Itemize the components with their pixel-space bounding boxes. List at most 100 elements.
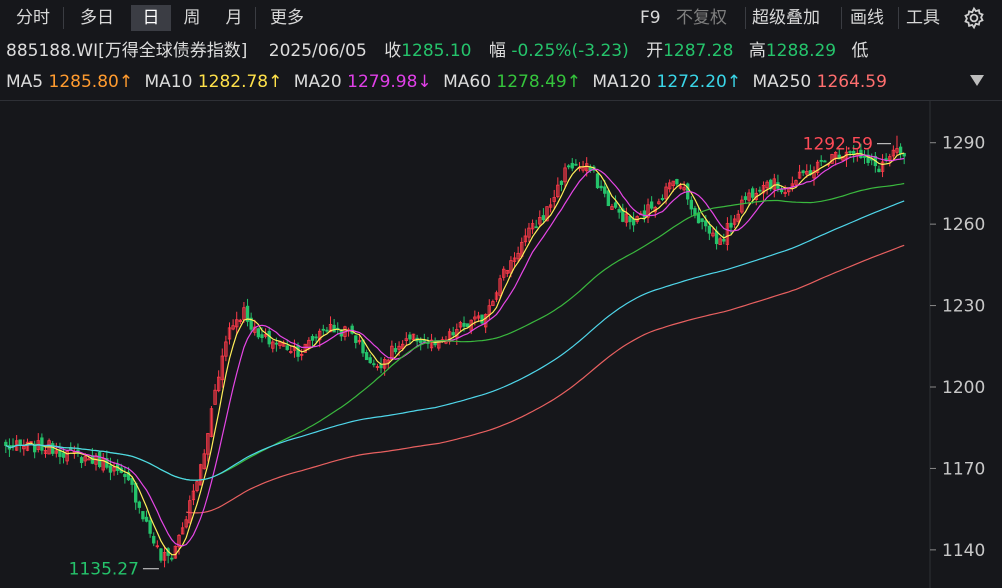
y-tick-label: 1230 <box>942 297 985 317</box>
divider <box>898 7 899 29</box>
candle-body <box>368 357 372 364</box>
super-overlay-button[interactable]: 超级叠加 <box>752 5 820 31</box>
candle-body <box>660 198 665 201</box>
candle-body <box>372 363 376 366</box>
candle-body <box>729 222 733 228</box>
candle-body <box>321 328 325 331</box>
candle-body <box>408 334 412 340</box>
y-tick-label: 1200 <box>942 378 985 398</box>
no-adjust-button[interactable]: 不复权 <box>676 5 727 31</box>
candle-body <box>274 342 279 345</box>
candle-body <box>40 437 44 451</box>
divider <box>63 7 64 29</box>
candle-body <box>314 336 318 339</box>
ma60-label: MA60 <box>443 72 492 92</box>
candle-body <box>296 345 300 357</box>
ma250-value: 1264.59 <box>816 72 887 92</box>
f9-button[interactable]: F9 <box>640 5 661 31</box>
ma250-label: MA250 <box>752 72 812 92</box>
candle-body <box>87 458 91 461</box>
candlestick-chart[interactable]: 1290 1260 1230 1200 1170 1140 1292.59 1135.27 <box>0 101 1002 588</box>
ma5-line <box>5 152 905 556</box>
candle-body <box>613 202 618 208</box>
candle-body <box>325 329 329 332</box>
ma20-value: 1279.98↓ <box>347 72 432 92</box>
ma60-value: 1278.49↑ <box>496 72 581 92</box>
tab-weekly[interactable]: 周 <box>174 5 210 31</box>
index-name: [万得全球债券指数] <box>98 41 248 61</box>
change-label: 幅 <box>488 41 506 61</box>
tools-button[interactable]: 工具 <box>906 5 940 31</box>
candle-body <box>689 199 693 210</box>
candle-body <box>617 209 621 213</box>
candle-body <box>137 501 141 508</box>
candle-body <box>700 218 704 222</box>
tab-monthly[interactable]: 月 <box>216 5 252 31</box>
divider <box>255 7 256 29</box>
y-tick-label: 1260 <box>942 215 985 235</box>
divider <box>745 7 746 29</box>
ma250-line <box>186 244 905 514</box>
candle-body <box>462 322 466 327</box>
candle-body <box>750 188 755 198</box>
open-label: 开 <box>646 41 664 61</box>
candle-body <box>534 226 538 229</box>
tab-daily[interactable]: 日 <box>131 5 171 31</box>
y-tick-label: 1170 <box>942 459 985 479</box>
min-value-label: 1135.27 <box>69 560 139 580</box>
change-value: -0.25%(-3.23) <box>511 41 629 61</box>
candle-body <box>704 220 708 227</box>
low-label: 低 <box>851 41 869 61</box>
candle-body <box>123 474 127 477</box>
tab-more[interactable]: 更多 <box>258 5 316 31</box>
candle-body <box>707 225 712 234</box>
tab-intraday[interactable]: 分时 <box>6 5 60 31</box>
candle-body <box>801 170 805 174</box>
candle-body <box>18 439 22 446</box>
candle-body <box>696 212 701 224</box>
ma5-label: MA5 <box>6 72 44 92</box>
open-value: 1287.28 <box>663 41 734 61</box>
ma120-line <box>5 200 905 481</box>
candle-body <box>332 324 336 333</box>
candle-body <box>108 465 113 473</box>
index-code: 885188.WI <box>6 41 99 61</box>
candle-body <box>465 323 470 327</box>
period-toolbar: 分时 多日 日 周 月 更多 F9 不复权 超级叠加 画线 工具 <box>0 0 1002 34</box>
candle-body <box>722 238 726 242</box>
gear-icon[interactable] <box>962 6 986 30</box>
tab-multi-day[interactable]: 多日 <box>66 5 128 31</box>
candle-body <box>393 348 398 353</box>
candle-body <box>743 196 748 200</box>
candle-body <box>642 210 647 218</box>
candle-body <box>152 535 156 544</box>
max-value-label: 1292.59 <box>803 135 873 155</box>
candle-body <box>285 345 289 350</box>
ma5-value: 1285.80↑ <box>48 72 134 92</box>
y-tick-label: 1290 <box>942 134 985 154</box>
candle-body <box>144 516 149 522</box>
candle-body <box>758 189 762 192</box>
candle-body <box>159 548 163 561</box>
candle-body <box>628 216 632 223</box>
candle-body <box>675 179 679 185</box>
draw-line-button[interactable]: 画线 <box>850 5 884 31</box>
candle-body <box>451 332 455 336</box>
candle-body <box>603 186 607 194</box>
candle-body <box>877 168 881 173</box>
ma10-line <box>5 154 905 547</box>
high-value: 1288.29 <box>765 41 837 61</box>
candle-body <box>898 146 903 155</box>
candle-body <box>61 452 66 458</box>
ma-legend-bar: MA5 1285.80↑ MA10 1282.78↑ MA20 1279.98↓… <box>6 69 887 95</box>
candle-body <box>862 155 867 158</box>
candle-body <box>595 173 600 189</box>
ma120-label: MA120 <box>592 72 652 92</box>
high-label: 高 <box>748 41 766 61</box>
ma10-label: MA10 <box>144 72 193 92</box>
candle-body <box>51 443 55 454</box>
ma-dropdown-icon[interactable] <box>970 75 984 86</box>
candle-body <box>599 185 603 189</box>
y-axis: 1290 1260 1230 1200 1170 1140 <box>929 101 985 588</box>
close-label: 收 <box>384 41 402 61</box>
